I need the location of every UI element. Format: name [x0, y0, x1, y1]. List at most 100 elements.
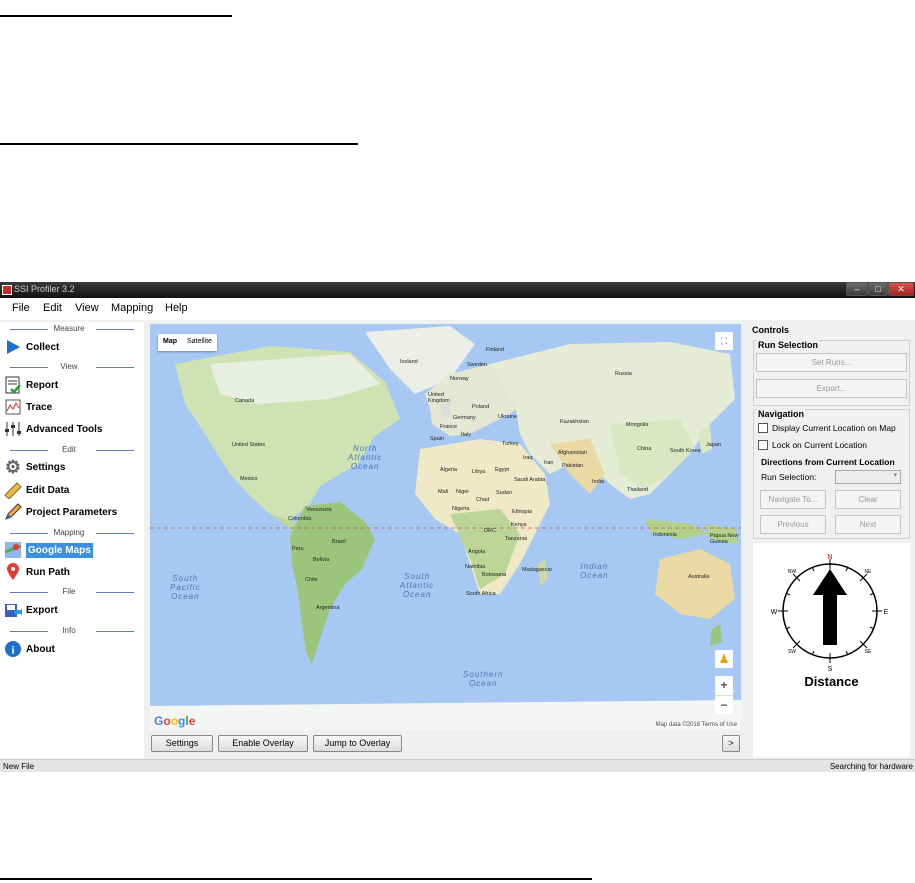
place-label: Japan	[706, 442, 721, 448]
map-attribution[interactable]: Map data ©2018 Terms of Use	[655, 722, 737, 728]
rule-line	[0, 143, 358, 145]
place-label: France	[440, 424, 458, 430]
street-view-pegman-icon[interactable]: ♟	[715, 650, 733, 668]
sidebar-item-report[interactable]: Report	[4, 375, 58, 395]
display-current-location-checkbox[interactable]: Display Current Location on Map	[758, 423, 896, 433]
fullscreen-icon[interactable]: ⛶	[715, 332, 733, 350]
run-selection-label: Run Selection:	[761, 472, 817, 482]
map-view[interactable]: North Atlantic Ocean South Pacific Ocean…	[150, 324, 741, 730]
location-pin-icon	[4, 563, 22, 581]
controls-title: Controls	[752, 325, 789, 335]
close-button[interactable]: ✕	[888, 282, 914, 296]
place-label: Angola	[468, 549, 486, 555]
ocean-label-southern: Southern Ocean	[463, 670, 504, 688]
menu-view[interactable]: View	[75, 302, 99, 314]
place-label: Norway	[450, 376, 469, 382]
place-label: South Korea	[670, 448, 701, 454]
compass-e: E	[884, 609, 889, 616]
place-label: Russia	[615, 371, 632, 377]
place-label: Spain	[430, 436, 445, 442]
google-logo: Google	[154, 714, 196, 728]
place-label: India	[592, 479, 604, 485]
menu-edit[interactable]: Edit	[43, 302, 62, 314]
sidebar-item-google-maps[interactable]: Google Maps	[4, 540, 93, 560]
app-icon	[2, 285, 12, 295]
place-label: Namibia	[465, 564, 486, 570]
app-window: SSI Profiler 3.2 – □ ✕ File Edit View Ma…	[0, 282, 915, 772]
enable-overlay-button[interactable]: Enable Overlay	[218, 735, 308, 752]
sliders-icon	[4, 420, 22, 438]
tab-satellite[interactable]: Satellite	[182, 334, 217, 351]
map-settings-button[interactable]: Settings	[151, 735, 213, 752]
play-icon	[4, 338, 22, 356]
place-label: Venezuela	[306, 507, 332, 513]
place-label: China	[637, 446, 652, 452]
place-label: Italy	[461, 432, 472, 438]
place-label: Poland	[472, 404, 490, 410]
menu-mapping[interactable]: Mapping	[111, 302, 153, 314]
expand-panel-button[interactable]: >	[722, 735, 740, 752]
maximize-button[interactable]: □	[868, 282, 888, 296]
sidebar-item-trace[interactable]: Trace	[4, 397, 52, 417]
sidebar-item-settings[interactable]: ⚙ Settings	[4, 457, 66, 477]
sidebar-item-export[interactable]: Export	[4, 600, 58, 620]
sidebar-item-run-path[interactable]: Run Path	[4, 562, 70, 582]
lock-current-location-checkbox[interactable]: Lock on Current Location	[758, 440, 867, 450]
clear-button[interactable]: Clear	[835, 490, 901, 509]
place-label: Sudan	[496, 490, 512, 496]
place-label: Brazil	[332, 539, 346, 545]
previous-button[interactable]: Previous	[760, 515, 826, 534]
map-type-tabs: Map Satellite	[158, 334, 217, 351]
export-runs-button[interactable]: Export...	[756, 379, 907, 398]
place-label: Ukraine	[498, 414, 517, 420]
place-label: Libya	[472, 469, 486, 475]
checkbox-box[interactable]	[758, 423, 768, 433]
menu-file[interactable]: File	[12, 302, 30, 314]
export-icon	[4, 601, 22, 619]
run-selection-dropdown[interactable]: ▾	[835, 470, 901, 484]
place-label: Turkey	[502, 441, 519, 447]
menu-help[interactable]: Help	[165, 302, 188, 314]
set-runs-button[interactable]: Set Runs...	[756, 353, 907, 372]
compass-se: SE	[865, 649, 872, 655]
section-info: Info	[4, 626, 134, 636]
sidebar-item-collect[interactable]: Collect	[4, 337, 59, 357]
run-selection-group: Run Selection Set Runs... Export...	[753, 340, 910, 406]
sidebar-item-about[interactable]: i About	[4, 639, 55, 659]
tab-map[interactable]: Map	[158, 334, 182, 351]
sidebar-item-label: Collect	[26, 341, 60, 353]
window-title: SSI Profiler 3.2	[14, 284, 75, 294]
sidebar-item-project-parameters[interactable]: Project Parameters	[4, 502, 117, 522]
sidebar-item-label: Settings	[26, 461, 66, 473]
ocean-label-indian: Indian Ocean	[580, 562, 609, 580]
ocean-label-north-atlantic: North Atlantic Ocean	[348, 444, 383, 471]
place-label: Chad	[476, 497, 490, 503]
next-button[interactable]: Next	[835, 515, 901, 534]
compass-n: N	[827, 554, 832, 561]
place-label: Afghanistan	[558, 450, 588, 456]
zoom-in-button[interactable]: +	[715, 676, 733, 695]
status-bar: New File Searching for hardware	[0, 759, 915, 772]
checkbox-box[interactable]	[758, 440, 768, 450]
place-label: Algeria	[440, 467, 458, 473]
section-file: File	[4, 587, 134, 597]
checkbox-label: Lock on Current Location	[772, 440, 867, 450]
sidebar-item-label: Report	[26, 379, 59, 391]
sidebar-item-label: Advanced Tools	[26, 423, 103, 435]
run-selection-title: Run Selection	[757, 340, 820, 350]
place-label: Egypt	[495, 467, 510, 473]
compass-panel: N S E W NE NW SE SW Distance	[753, 543, 910, 757]
place-label: Botswana	[482, 572, 507, 578]
zoom-control: + −	[715, 676, 733, 714]
sidebar-item-edit-data[interactable]: Edit Data	[4, 480, 69, 500]
minimize-button[interactable]: –	[846, 282, 868, 296]
info-icon: i	[4, 640, 22, 658]
jump-to-overlay-button[interactable]: Jump to Overlay	[313, 735, 402, 752]
zoom-out-button[interactable]: −	[715, 695, 733, 715]
place-label: Pakistan	[562, 463, 584, 469]
place-label: Iceland	[400, 359, 418, 365]
navigate-to-button[interactable]: Navigate To...	[760, 490, 826, 509]
place-label: Bolivia	[313, 557, 330, 563]
sidebar-item-label: About	[26, 643, 55, 655]
sidebar-item-advanced-tools[interactable]: Advanced Tools	[4, 419, 103, 439]
